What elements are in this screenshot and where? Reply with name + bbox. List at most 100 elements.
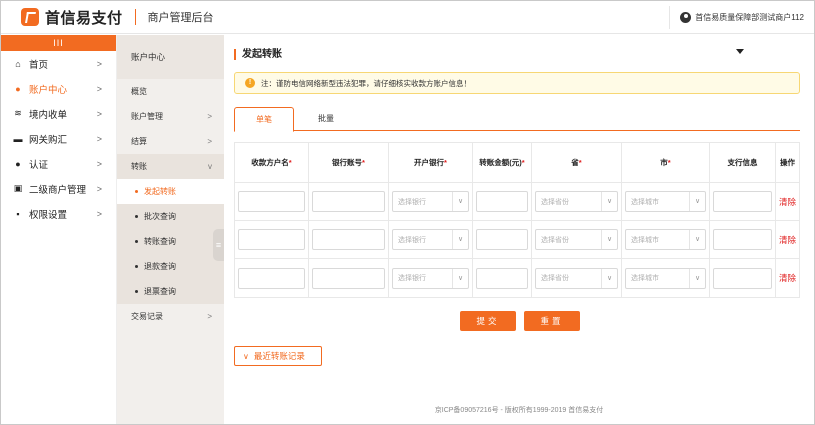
chevron-right-icon: > [96,58,102,69]
brand-logo[interactable]: 首信易支付 [21,7,123,28]
chevron-down-icon: ∨ [452,192,468,211]
subnav-child-label: 发起转账 [144,187,176,196]
sidebar-item-account-center[interactable]: ● 账户中心 > [1,76,116,101]
chevron-right-icon: > [207,112,212,121]
chevron-right-icon: > [96,108,102,119]
subnav-item-settlement[interactable]: 结算 > [117,129,224,154]
brand-name: 首信易支付 [45,9,123,27]
reset-button[interactable]: 重置 [524,311,580,331]
transfer-table: 收款方户名 * 银行账号 * 开户银行 * 转账金额(元) * 省 * 市 * 支行信息 操… [234,142,800,298]
column-header: 银行账号 * [309,143,389,182]
bank-select[interactable]: 选择银行 ∨ [392,191,469,212]
chevron-right-icon: > [207,312,212,321]
sidebar-item-gateway-forex[interactable]: ▬ 网关购汇 > [1,126,116,151]
notice-text: 注：谨防电信网络新型违法犯罪，请仔细核实收款方账户信息！ [261,78,471,88]
clear-row-link[interactable]: 清除 [779,272,796,284]
subnav-item-transfer[interactable]: 转账 v [117,154,224,179]
column-header: 省 * [532,143,622,182]
amount-input[interactable] [476,267,528,289]
tab-single[interactable]: 单笔 [234,107,294,132]
chevron-down-icon: ∨ [689,230,705,249]
account-number-input[interactable] [312,229,385,250]
sidebar-toggle[interactable]: III [1,35,116,51]
warning-notice: ! 注：谨防电信网络新型违法犯罪，请仔细核实收款方账户信息！ [234,72,800,94]
chevron-right-icon: > [96,158,102,169]
user-name: 首信易质量保障部测试商户112 [695,13,804,22]
city-select[interactable]: 选择城市 ∨ [625,191,706,212]
chevron-down-icon: ∨ [601,192,617,211]
sidebar-item-label: 权限设置 [29,209,68,221]
amount-input[interactable] [476,229,528,250]
city-select[interactable]: 选择城市 ∨ [625,229,706,250]
subnav-item-transaction-records[interactable]: 交易记录 > [117,304,224,329]
subnav-item-account-management[interactable]: 账户管理 > [117,104,224,129]
clear-row-link[interactable]: 清除 [779,196,796,208]
branch-info-input[interactable] [713,229,772,250]
subnav-child-transfer-query[interactable]: 转账查询 [117,229,224,254]
subnav-child-label: 批次查询 [144,212,176,221]
recent-transfers-button[interactable]: ∨ 最近转账记录 [234,346,322,366]
amount-input[interactable] [476,191,528,212]
id-card-icon: ▣ [13,183,23,193]
user-menu[interactable]: 首信易质量保障部测试商户112 [669,6,804,29]
province-select[interactable]: 选择省份 ∨ [535,191,618,212]
bank-select[interactable]: 选择银行 ∨ [392,267,469,289]
page-footer: 京ICP备09057216号 - 版权所有1999-2019 首信易支付 [434,407,604,414]
bullet-icon [135,240,138,243]
person-icon: ● [15,158,21,169]
submit-button[interactable]: 提交 [460,311,516,331]
layers-icon: ≋ [14,108,22,118]
bullet-icon [135,265,138,268]
caret-down-icon[interactable] [736,49,744,54]
table-row: 选择银行 ∨ 选择省份 ∨ 选择城市 ∨ 清除 [235,183,799,221]
secondary-sidebar: 账户中心 概览 账户管理 > 结算 > 转账 v 发起转账 批次查询 转账查询 … [117,35,224,424]
chevron-right-icon: > [96,208,102,219]
account-number-input[interactable] [312,267,385,289]
bullet-icon [135,215,138,218]
city-select[interactable]: 选择城市 ∨ [625,267,706,289]
branch-info-input[interactable] [713,267,772,289]
subnav-child-return-query[interactable]: 退票查询 [117,279,224,304]
payee-name-input[interactable] [238,191,305,212]
province-select[interactable]: 选择省份 ∨ [535,229,618,250]
chevron-down-icon: ∨ [601,230,617,249]
branch-info-input[interactable] [713,191,772,212]
lock-icon: ▪ [16,208,20,219]
bullet-icon [135,290,138,293]
subnav-child-batch-query[interactable]: 批次查询 [117,204,224,229]
chevron-down-icon: v [208,162,212,171]
bank-select[interactable]: 选择银行 ∨ [392,229,469,250]
subnav-child-initiate-transfer[interactable]: 发起转账 [117,179,224,204]
account-number-input[interactable] [312,191,385,212]
sidebar-item-permissions[interactable]: ▪ 权限设置 > [1,201,116,226]
sidebar-item-label: 首页 [29,59,49,71]
app-subtitle: 商户管理后台 [147,12,214,24]
page-title: 发起转账 [234,49,282,60]
subnav-child-refund-query[interactable]: 退款查询 [117,254,224,279]
sidebar-item-label: 境内收单 [29,109,68,121]
column-header: 收款方户名 * [235,143,309,182]
subnav-item-label: 转账 [131,162,147,171]
sidebar-item-sub-merchant[interactable]: ▣ 二级商户管理 > [1,176,116,201]
sidebar-item-label: 网关购汇 [29,134,68,146]
clear-row-link[interactable]: 清除 [779,234,796,246]
table-header: 收款方户名 * 银行账号 * 开户银行 * 转账金额(元) * 省 * 市 * 支行信息 操… [235,143,799,183]
province-select[interactable]: 选择省份 ∨ [535,267,618,289]
bank-icon: ▬ [13,133,23,144]
bullet-icon [135,190,138,193]
sidebar-item-label: 二级商户管理 [29,184,87,196]
sidebar-item-home[interactable]: ⌂ 首页 > [1,51,116,76]
subnav-item-label: 交易记录 [131,312,163,321]
column-header: 操作 [780,158,795,167]
top-header: 首信易支付 商户管理后台 首信易质量保障部测试商户112 [1,1,814,34]
sidebar-collapse-handle[interactable]: ≡ [213,229,224,261]
sidebar-item-verification[interactable]: ● 认证 > [1,151,116,176]
tab-batch[interactable]: 批量 [296,107,356,131]
sidebar-item-domestic-acquiring[interactable]: ≋ 境内收单 > [1,101,116,126]
payee-name-input[interactable] [238,267,305,289]
chevron-down-icon: ∨ [452,230,468,249]
column-header: 市 * [622,143,710,182]
subnav-item-overview[interactable]: 概览 [117,79,224,104]
subnav-child-label: 退票查询 [144,287,176,296]
payee-name-input[interactable] [238,229,305,250]
